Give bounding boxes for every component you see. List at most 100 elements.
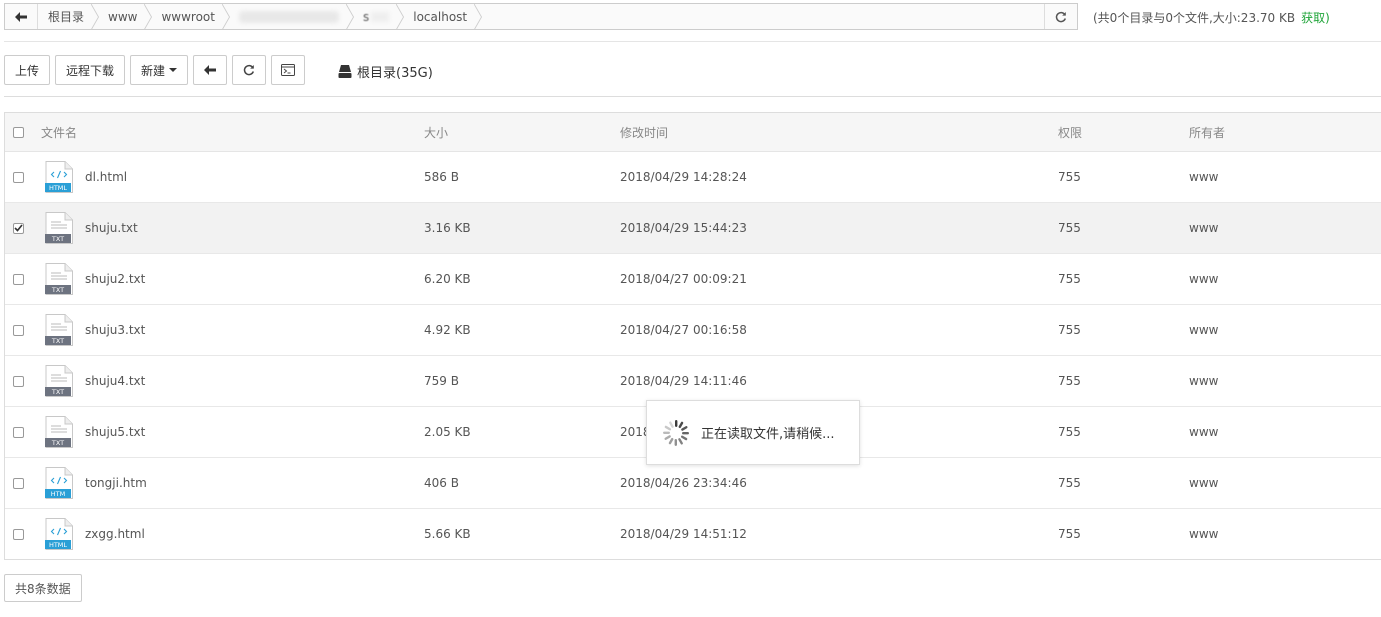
row-checkbox[interactable]	[13, 477, 24, 489]
file-name-link[interactable]: shuju3.txt	[85, 323, 145, 337]
file-owner: www	[1189, 527, 1219, 541]
file-mtime: 2018/04/27 00:16:58	[620, 323, 747, 337]
file-type-badge: TXT	[51, 235, 64, 243]
table-row[interactable]: TXT shuju2.txt 6.20 KB 2018/04/27 00:09:21 7…	[5, 254, 1381, 305]
crumb-www[interactable]: www	[98, 4, 153, 29]
file-name-link[interactable]: shuju2.txt	[85, 272, 145, 286]
file-owner: www	[1189, 272, 1219, 286]
select-all-checkbox[interactable]	[13, 126, 24, 138]
file-permission[interactable]: 755	[1058, 305, 1081, 355]
file-mtime: 2018/04/29 15:44:23	[620, 221, 747, 235]
upload-button[interactable]: 上传	[4, 55, 51, 85]
file-type-badge: HTM	[51, 490, 65, 498]
file-name-link[interactable]: dl.html	[85, 170, 127, 184]
file-name-link[interactable]: tongji.htm	[85, 476, 147, 490]
file-owner: www	[1189, 374, 1219, 388]
file-mtime: 2018/04/27 00:09:21	[620, 272, 747, 286]
terminal-button[interactable]	[271, 55, 306, 85]
new-dropdown-button[interactable]: 新建	[130, 55, 189, 85]
table-body: HTML dl.html 586 B 2018/04/29 14:28:24 755 ww…	[5, 152, 1381, 559]
row-checkbox[interactable]	[13, 171, 24, 183]
refresh-button[interactable]	[232, 55, 267, 85]
table-row[interactable]: HTML dl.html 586 B 2018/04/29 14:28:24 755 ww…	[5, 152, 1381, 203]
file-name-link[interactable]: shuju4.txt	[85, 374, 145, 388]
file-permission[interactable]: 755	[1058, 254, 1081, 304]
file-html-icon: HTML	[45, 518, 73, 550]
row-checkbox[interactable]	[13, 222, 24, 234]
check-icon	[14, 224, 23, 232]
file-type-badge: HTML	[49, 184, 67, 192]
file-html-icon: HTM	[45, 467, 73, 499]
file-txt-icon: TXT	[45, 416, 73, 448]
file-type-badge: TXT	[51, 337, 64, 345]
crumb-localhost[interactable]: localhost	[403, 4, 482, 29]
file-mtime: 2018/04/29 14:51:12	[620, 527, 747, 541]
crumb-wwwroot[interactable]: wwwroot	[151, 4, 230, 29]
file-txt-icon: TXT	[45, 212, 73, 244]
row-checkbox[interactable]	[13, 528, 24, 540]
remote-download-button[interactable]: 远程下载	[55, 55, 126, 85]
file-html-icon: HTML	[45, 161, 73, 193]
hdd-icon	[338, 65, 352, 78]
divider	[4, 96, 1381, 97]
file-name-link[interactable]: shuju.txt	[85, 221, 138, 235]
terminal-icon	[281, 64, 296, 76]
row-checkbox[interactable]	[13, 426, 24, 438]
spinner-icon	[663, 419, 689, 446]
file-type-badge: TXT	[51, 439, 64, 447]
path-back-button[interactable]	[5, 4, 38, 29]
file-permission[interactable]: 755	[1058, 407, 1081, 457]
file-owner: www	[1189, 476, 1219, 490]
file-owner: www	[1189, 170, 1219, 184]
file-name-link[interactable]: shuju5.txt	[85, 425, 145, 439]
file-size: 6.20 KB	[424, 272, 471, 286]
disk-label[interactable]: 根目录(35G)	[338, 62, 433, 81]
header-owner[interactable]: 所有者	[1189, 113, 1225, 151]
refresh-icon	[1055, 11, 1067, 22]
file-mtime: 2018/04/29 14:28:24	[620, 170, 747, 184]
file-size: 406 B	[424, 476, 459, 490]
table-row[interactable]: HTM tongji.htm 406 B 2018/04/26 23:34:46 755…	[5, 458, 1381, 509]
file-size: 3.16 KB	[424, 221, 471, 235]
file-permission[interactable]: 755	[1058, 458, 1081, 508]
file-owner: www	[1189, 221, 1219, 235]
file-permission[interactable]: 755	[1058, 356, 1081, 406]
crumb-root[interactable]: 根目录	[38, 4, 100, 29]
path-refresh-button[interactable]	[1044, 4, 1077, 29]
table-row[interactable]: TXT shuju3.txt 4.92 KB 2018/04/27 00:16:58 7…	[5, 305, 1381, 356]
caret-down-icon	[169, 68, 178, 72]
file-mtime: 2018/04/26 23:34:46	[620, 476, 747, 490]
fetch-size-link[interactable]: 获取)	[1301, 11, 1330, 25]
header-perm[interactable]: 权限	[1058, 113, 1082, 151]
file-mtime: 2018/04/29 14:11:46	[620, 374, 747, 388]
crumb-blurred[interactable]	[229, 4, 354, 29]
file-size: 586 B	[424, 170, 459, 184]
header-name[interactable]: 文件名	[41, 113, 77, 151]
file-permission[interactable]: 755	[1058, 152, 1081, 202]
file-txt-icon: TXT	[45, 365, 73, 397]
file-name-link[interactable]: zxgg.html	[85, 527, 145, 541]
header-size[interactable]: 大小	[424, 113, 448, 151]
divider	[4, 41, 1381, 42]
arrow-left-icon	[15, 11, 27, 22]
header-time[interactable]: 修改时间	[620, 113, 668, 151]
file-owner: www	[1189, 323, 1219, 337]
file-permission[interactable]: 755	[1058, 203, 1081, 253]
file-type-badge: TXT	[51, 388, 64, 396]
row-checkbox[interactable]	[13, 273, 24, 285]
file-size: 4.92 KB	[424, 323, 471, 337]
loading-toast: 正在读取文件,请稍候...	[646, 400, 860, 465]
file-permission[interactable]: 755	[1058, 509, 1081, 559]
file-txt-icon: TXT	[45, 314, 73, 346]
file-type-badge: HTML	[49, 541, 67, 549]
row-checkbox[interactable]	[13, 375, 24, 387]
path-bar: 根目录 www wwwroot s localhost	[4, 3, 1078, 30]
table-header: 文件名 大小 修改时间 权限 所有者	[5, 113, 1381, 152]
row-checkbox[interactable]	[13, 324, 24, 336]
back-button[interactable]	[193, 55, 228, 85]
table-row[interactable]: TXT shuju.txt 3.16 KB 2018/04/29 15:44:23 75…	[5, 203, 1381, 254]
crumb-s[interactable]: s	[353, 4, 405, 29]
file-size: 2.05 KB	[424, 425, 471, 439]
refresh-icon	[243, 64, 255, 76]
table-row[interactable]: HTML zxgg.html 5.66 KB 2018/04/29 14:51:12 7…	[5, 509, 1381, 559]
